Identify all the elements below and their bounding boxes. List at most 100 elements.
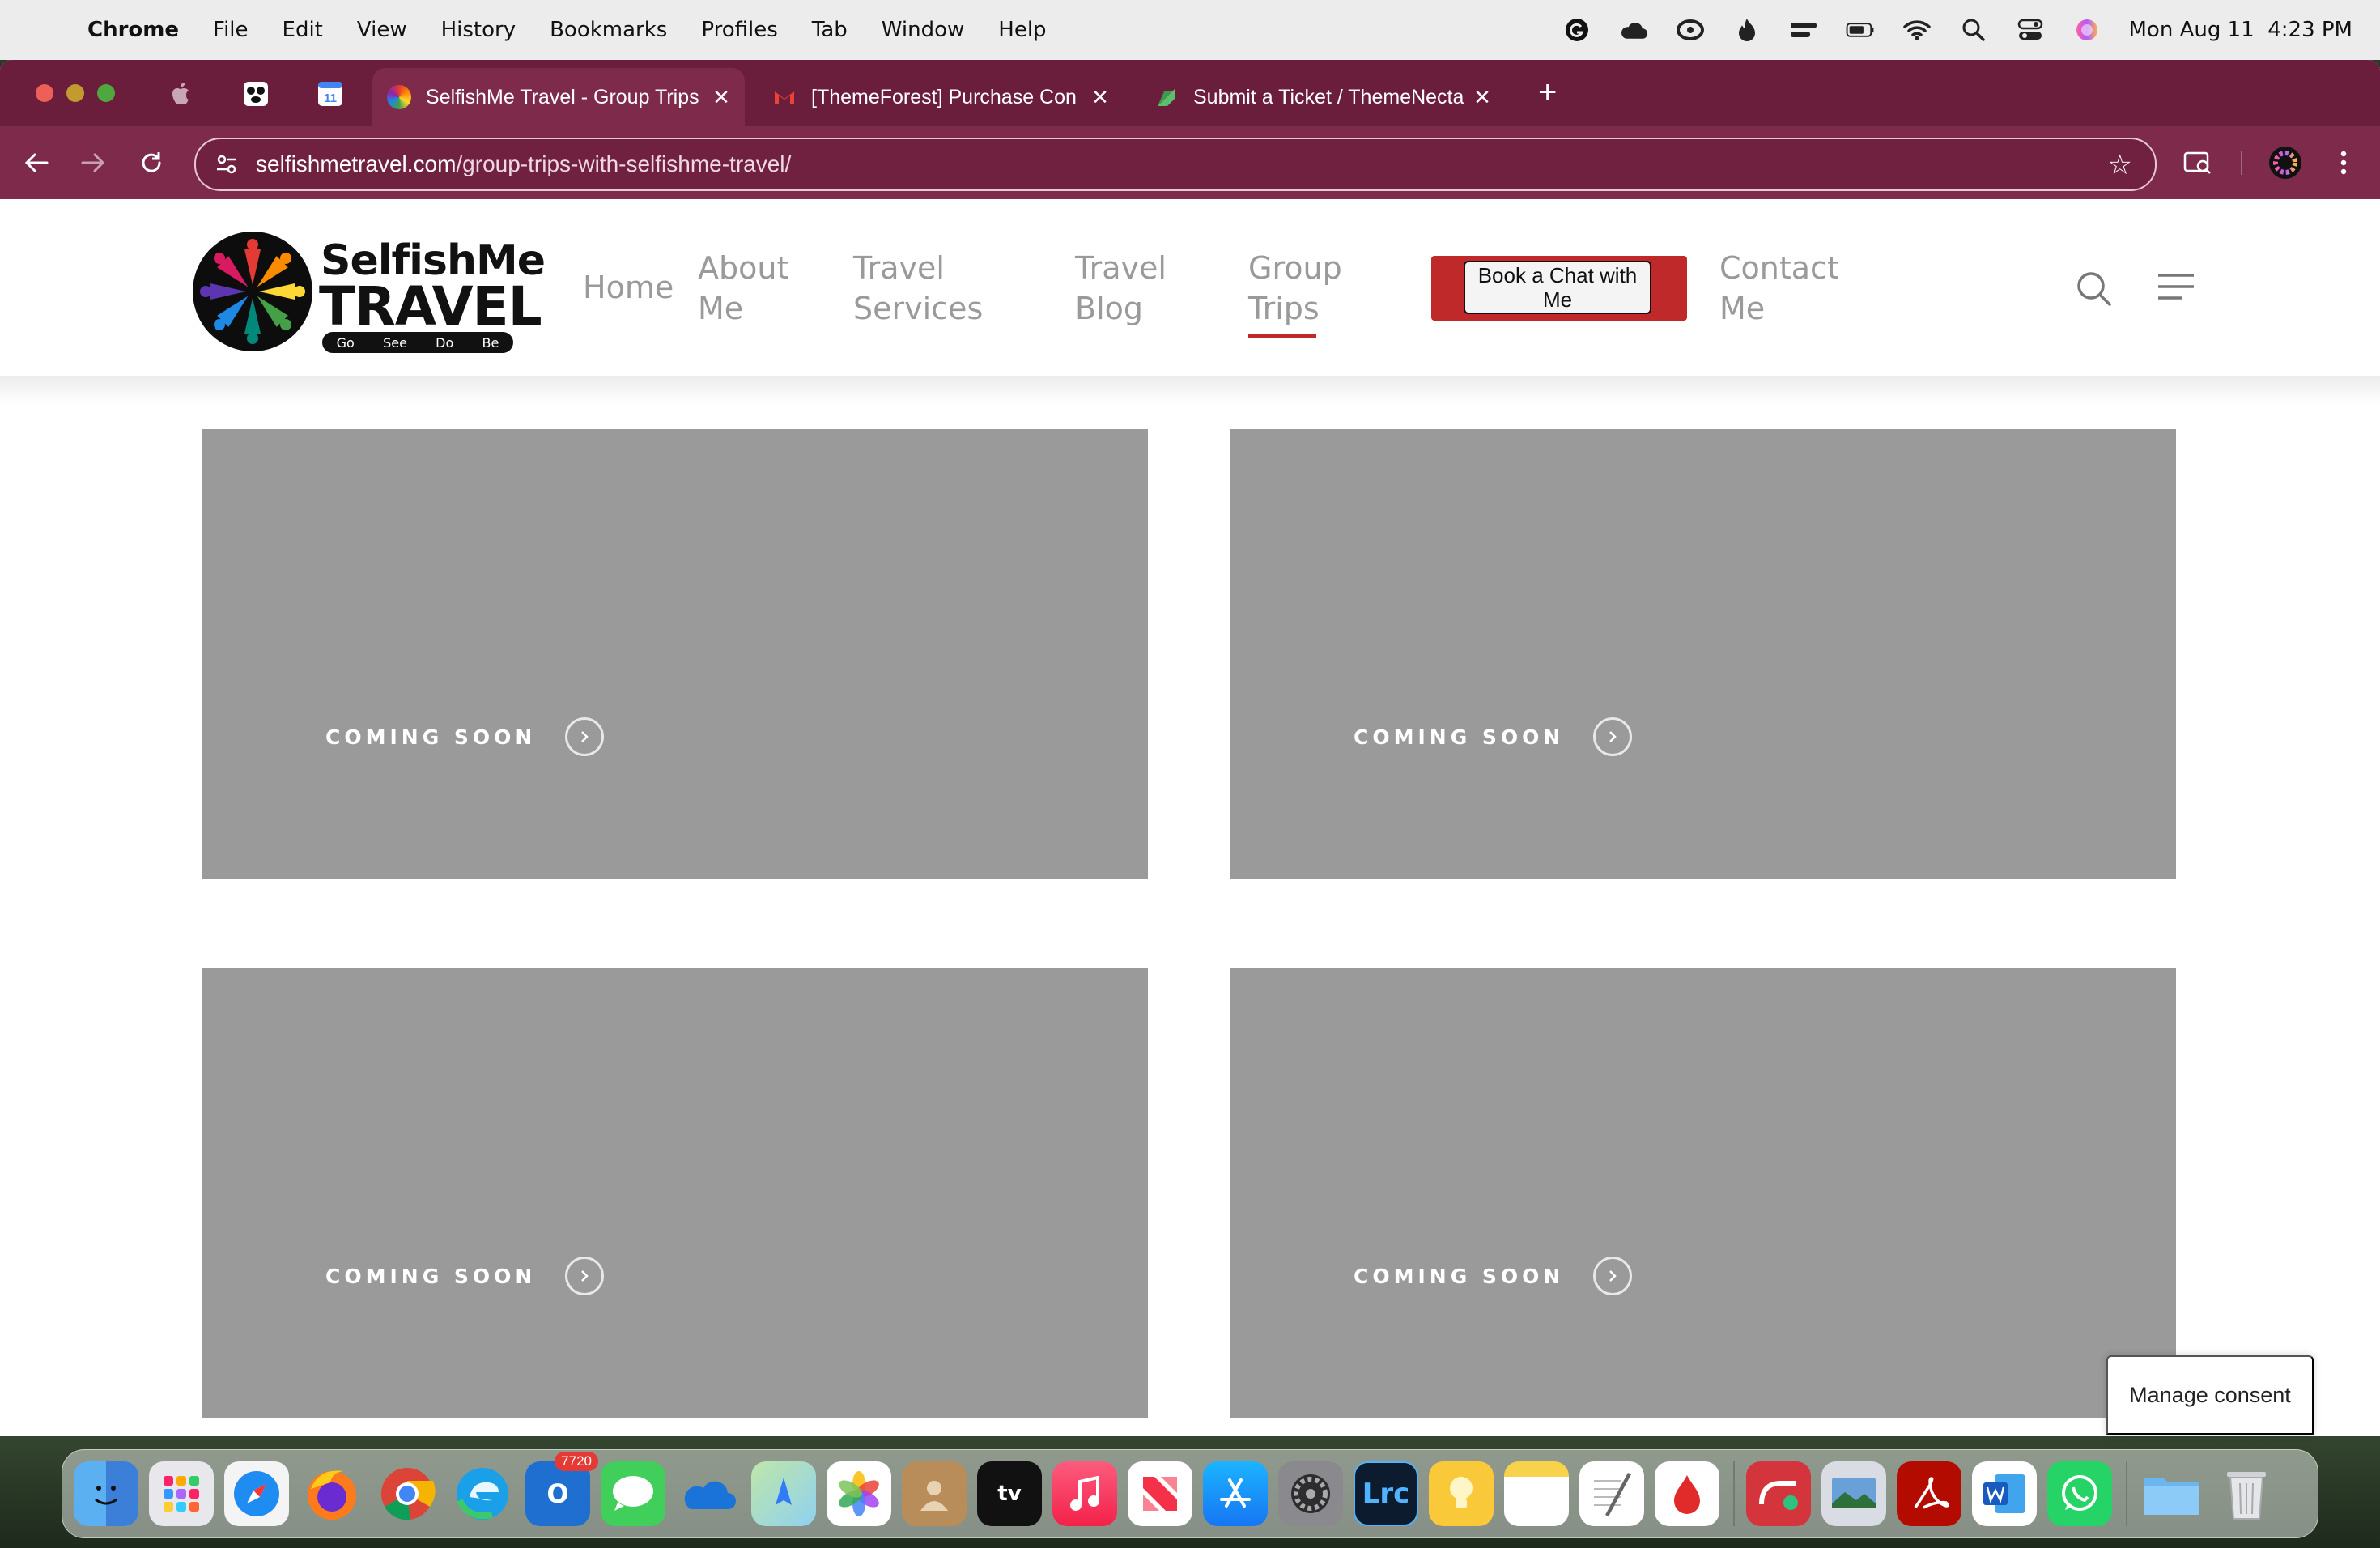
nav-travel-services[interactable]: Travel Services xyxy=(853,248,999,329)
preview-icon[interactable] xyxy=(1821,1461,1886,1526)
site-info-icon[interactable] xyxy=(210,148,243,181)
firefox-icon[interactable] xyxy=(300,1461,364,1526)
menu-tab[interactable]: Tab xyxy=(812,18,848,42)
tagline-see: See xyxy=(383,334,407,351)
acrobat-icon[interactable] xyxy=(1897,1461,1961,1526)
outlook-icon[interactable]: O 7720 xyxy=(525,1452,598,1526)
hamburger-menu-icon[interactable] xyxy=(2157,270,2197,311)
news-icon[interactable] xyxy=(1128,1461,1192,1526)
nav-group-trips[interactable]: Group Trips xyxy=(1248,248,1354,338)
close-tab-icon[interactable]: ✕ xyxy=(709,85,733,110)
launchpad-icon[interactable] xyxy=(149,1461,214,1526)
nav-contact-me[interactable]: Contact Me xyxy=(1719,248,1841,329)
tips-icon[interactable] xyxy=(1429,1461,1494,1526)
coming-soon-link[interactable]: COMING SOON xyxy=(325,717,605,756)
system-settings-icon[interactable] xyxy=(1278,1461,1343,1526)
menu-bookmarks[interactable]: Bookmarks xyxy=(550,18,667,42)
bartender-icon[interactable] xyxy=(1789,15,1818,45)
reload-button[interactable] xyxy=(133,144,170,181)
coming-soon-label: COMING SOON xyxy=(325,1264,537,1288)
menu-file[interactable]: File xyxy=(213,18,249,42)
notes-icon[interactable] xyxy=(1504,1461,1569,1526)
maps-icon[interactable] xyxy=(751,1461,816,1526)
coming-soon-link[interactable]: COMING SOON xyxy=(1354,717,1633,756)
close-tab-icon[interactable]: ✕ xyxy=(1088,85,1112,110)
close-window-button[interactable] xyxy=(36,84,53,102)
word-icon[interactable] xyxy=(1972,1461,2037,1526)
onedrive-icon[interactable] xyxy=(676,1461,741,1526)
trip-card[interactable]: COMING SOON xyxy=(202,429,1148,879)
reading-mode-icon[interactable] xyxy=(2179,144,2216,181)
coming-soon-link[interactable]: COMING SOON xyxy=(1354,1257,1633,1295)
minimize-window-button[interactable] xyxy=(66,84,84,102)
coming-soon-link[interactable]: COMING SOON xyxy=(325,1257,605,1295)
edge-icon[interactable] xyxy=(450,1461,515,1526)
apple-tv-icon[interactable]: tv xyxy=(977,1461,1042,1526)
messages-icon[interactable] xyxy=(601,1461,665,1526)
photos-icon[interactable] xyxy=(827,1461,891,1526)
close-tab-icon[interactable]: ✕ xyxy=(1470,85,1494,110)
acrobat-sign-icon[interactable] xyxy=(1655,1461,1719,1526)
menu-history[interactable]: History xyxy=(441,18,516,42)
spotlight-search-icon[interactable] xyxy=(1959,15,1988,45)
pinned-tab-panda[interactable] xyxy=(240,78,272,110)
trip-card[interactable]: COMING SOON xyxy=(1230,429,2176,879)
tab-title: Submit a Ticket / ThemeNecta xyxy=(1193,85,1464,108)
menu-profiles[interactable]: Profiles xyxy=(701,18,777,42)
chrome-icon[interactable] xyxy=(375,1461,440,1526)
wifi-icon[interactable] xyxy=(1902,15,1932,45)
tab-selfishme-group-trips[interactable]: SelfishMe Travel - Group Trips ✕ xyxy=(372,68,745,126)
book-chat-button[interactable]: Book a Chat with Me xyxy=(1464,261,1651,314)
manage-consent-button[interactable]: Manage consent xyxy=(2106,1355,2314,1435)
selfishme-logo[interactable]: SelfishMe TRAVEL Go See Do Be xyxy=(193,232,546,353)
search-icon[interactable] xyxy=(2076,270,2116,311)
url-text[interactable]: selfishmetravel.com/group-trips-with-sel… xyxy=(256,151,791,177)
nav-travel-blog[interactable]: Travel Blog xyxy=(1075,248,1172,329)
grammarly-icon[interactable] xyxy=(1562,15,1592,45)
menu-clock[interactable]: Mon Aug 11 4:23 PM xyxy=(2129,18,2353,42)
chevron-right-icon xyxy=(1593,1257,1633,1295)
menu-window[interactable]: Window xyxy=(882,18,965,42)
downloads-folder-icon[interactable] xyxy=(2139,1461,2204,1526)
chrome-menu-icon[interactable] xyxy=(2325,144,2362,181)
whatsapp-icon[interactable] xyxy=(2047,1461,2112,1526)
nav-about-me[interactable]: About Me xyxy=(698,248,803,329)
profile-avatar[interactable] xyxy=(2267,144,2304,181)
cloud-icon[interactable] xyxy=(1619,15,1648,45)
pinned-tab-calendar[interactable]: 11 xyxy=(314,78,346,110)
textedit-icon[interactable] xyxy=(1579,1461,1644,1526)
new-tab-button[interactable]: + xyxy=(1538,74,1557,111)
dock: O 7720 tv Lrc xyxy=(62,1449,2318,1538)
menu-app-chrome[interactable]: Chrome xyxy=(87,18,179,42)
trip-card[interactable]: COMING SOON xyxy=(202,968,1148,1418)
nav-group-trips-label: Group Trips xyxy=(1248,250,1342,326)
menu-view[interactable]: View xyxy=(357,18,407,42)
pinned-tab-apple[interactable] xyxy=(165,78,198,110)
app-store-icon[interactable] xyxy=(1203,1461,1268,1526)
menu-help[interactable]: Help xyxy=(998,18,1046,42)
trash-icon[interactable] xyxy=(2214,1461,2279,1526)
menu-edit[interactable]: Edit xyxy=(283,18,323,42)
bookmark-star-icon[interactable]: ☆ xyxy=(2108,149,2132,181)
safari-icon[interactable] xyxy=(224,1461,289,1526)
back-button[interactable] xyxy=(18,144,55,181)
creative-cloud-icon[interactable] xyxy=(1676,15,1705,45)
forward-button[interactable] xyxy=(74,144,112,181)
zoom-window-button[interactable] xyxy=(97,84,115,102)
music-icon[interactable] xyxy=(1052,1461,1117,1526)
trip-card[interactable]: COMING SOON xyxy=(1230,968,2176,1418)
adobe-express-icon[interactable] xyxy=(1746,1461,1811,1526)
control-center-icon[interactable] xyxy=(2016,15,2045,45)
tab-submit-ticket[interactable]: Submit a Ticket / ThemeNecta ✕ xyxy=(1140,68,1506,126)
finder-icon[interactable] xyxy=(74,1461,138,1526)
address-bar[interactable]: selfishmetravel.com/group-trips-with-sel… xyxy=(194,138,2157,191)
logo-tagline: Go See Do Be xyxy=(322,332,513,353)
tab-themeforest-purchase[interactable]: [ThemeForest] Purchase Con ✕ xyxy=(758,68,1124,126)
siri-icon[interactable] xyxy=(2072,15,2102,45)
flame-icon[interactable] xyxy=(1732,15,1762,45)
lightroom-classic-icon[interactable]: Lrc xyxy=(1354,1461,1418,1526)
contacts-icon[interactable] xyxy=(902,1461,967,1526)
site-header: SelfishMe TRAVEL Go See Do Be Home About… xyxy=(0,199,2380,376)
outlook-badge: 7720 xyxy=(555,1452,598,1471)
nav-home[interactable]: Home xyxy=(583,267,674,308)
